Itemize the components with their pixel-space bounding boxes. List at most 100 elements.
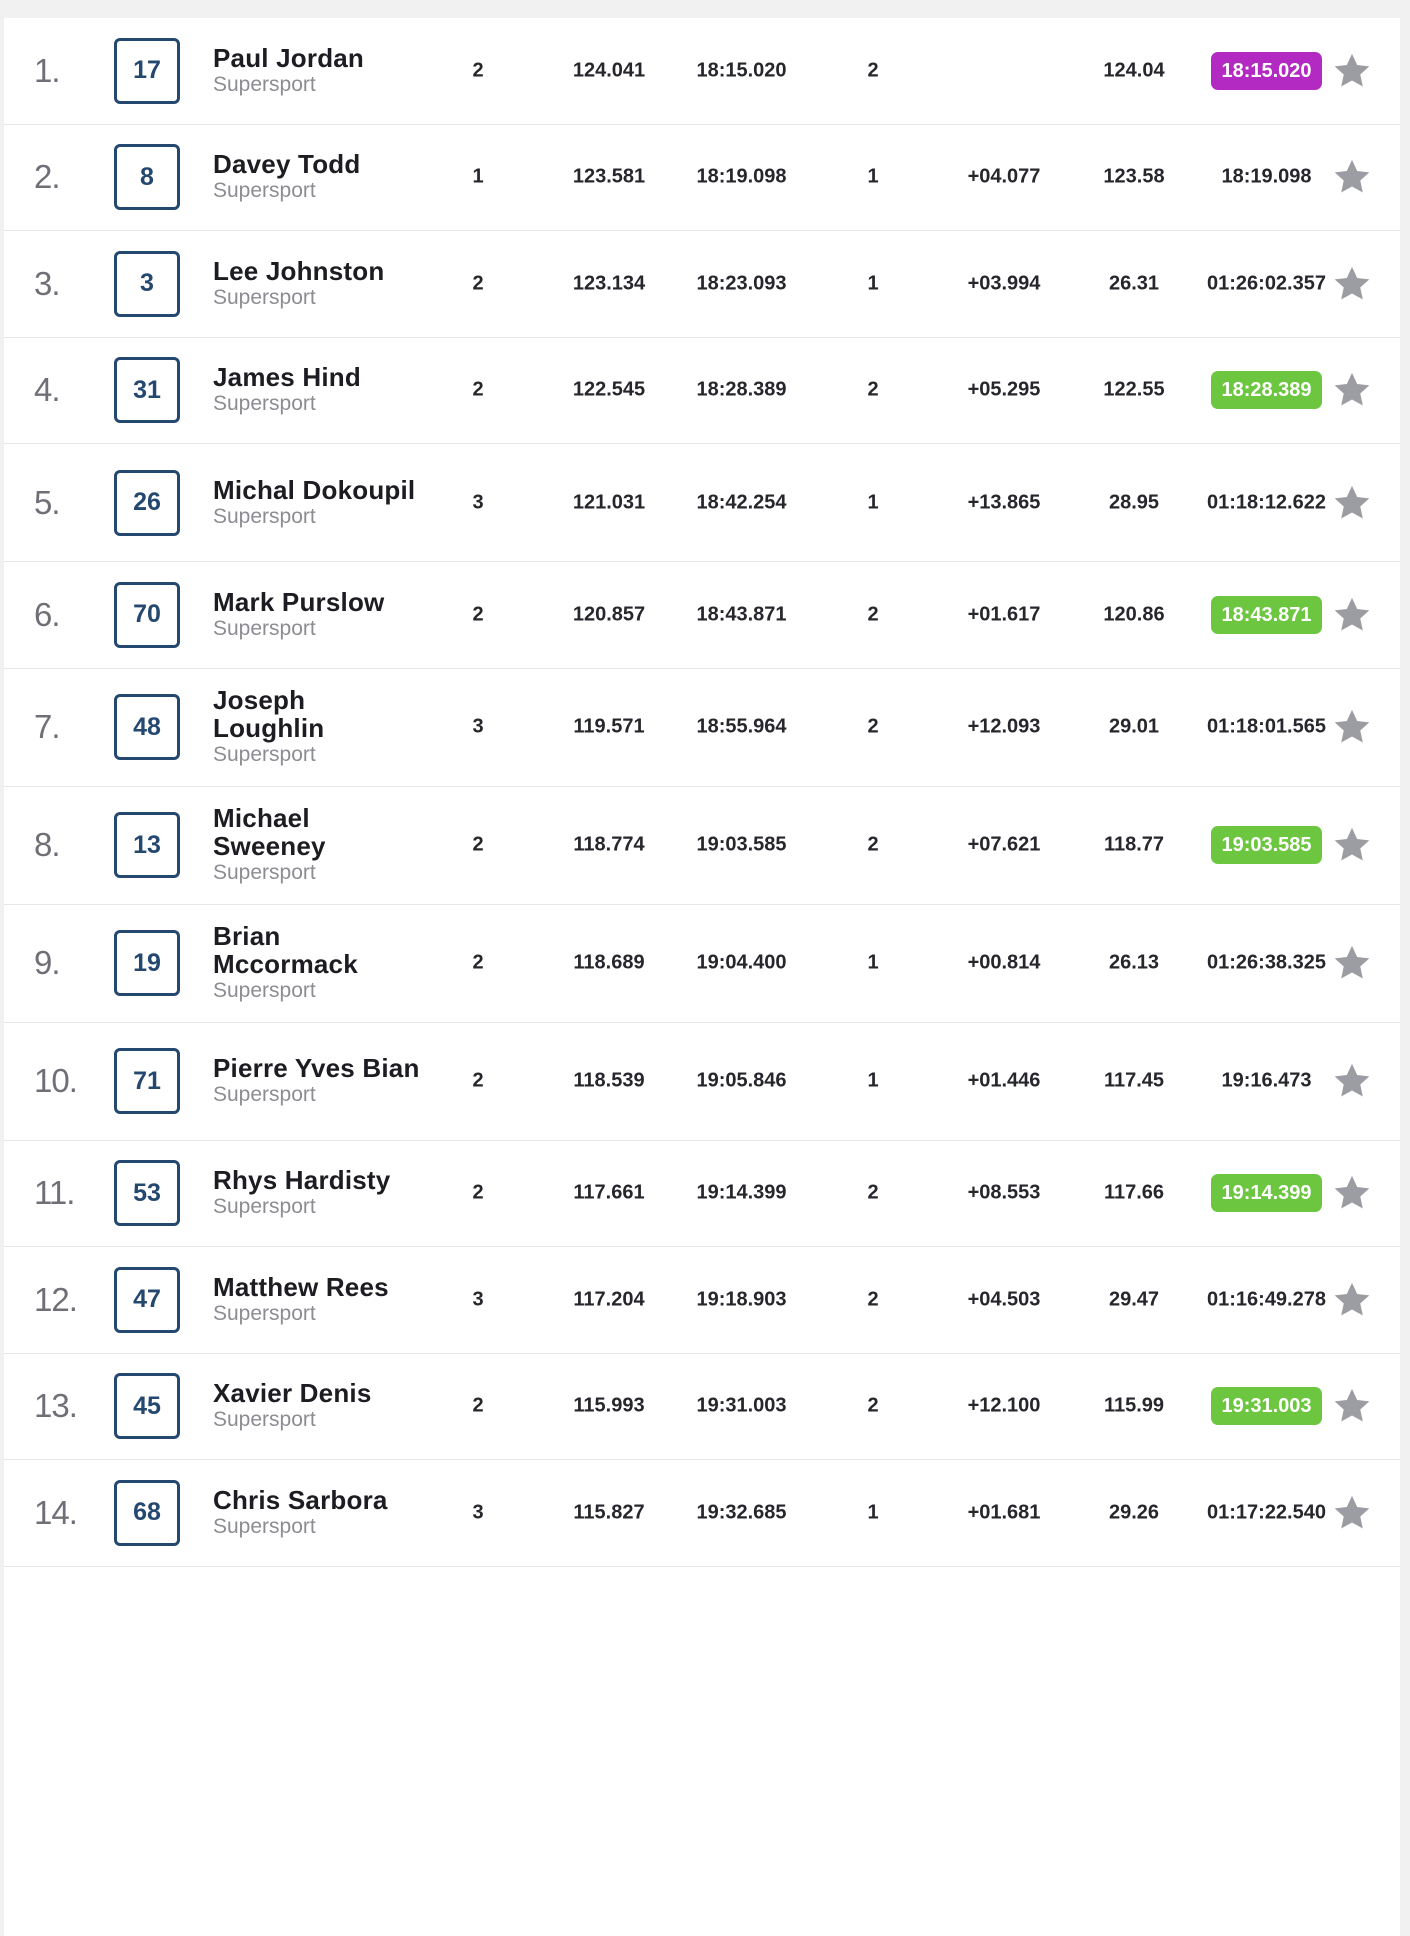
best-time: 01:18:12.622 [1189, 491, 1344, 514]
bib-number: 45 [114, 1373, 180, 1440]
star-icon[interactable] [1331, 1172, 1373, 1214]
bib-number: 47 [114, 1266, 180, 1333]
bib-number: 70 [114, 581, 180, 648]
bib-number: 71 [114, 1048, 180, 1114]
rider-name[interactable]: Chris Sarbora [213, 1486, 423, 1514]
laps-completed: 3 [472, 715, 484, 738]
average-speed: 115.993 [573, 1394, 645, 1417]
position: 4. [34, 371, 61, 409]
best-lap-number: 2 [867, 378, 879, 401]
bib-number: 68 [114, 1479, 180, 1546]
best-time-badge: 19:14.399 [1211, 1174, 1322, 1213]
rider-name[interactable]: Michael Sweeney [213, 804, 423, 860]
bib-number-text: 3 [140, 269, 154, 298]
table-row[interactable]: 8. 13 Michael Sweeney Supersport 2 118.7… [4, 787, 1400, 905]
best-time: 01:18:01.565 [1189, 716, 1344, 739]
table-row[interactable]: 6. 70 Mark Purslow Supersport 2 120.857 … [4, 562, 1400, 669]
race-time: 19:14.399 [696, 1181, 787, 1204]
best-time-badge: 18:15.020 [1211, 51, 1322, 90]
rider-name[interactable]: Davey Todd [213, 150, 423, 178]
results-table: 1. 17 Paul Jordan Supersport 2 124.041 1… [4, 18, 1400, 1936]
lap-speed: 26.31 [1108, 272, 1160, 295]
average-speed: 119.571 [573, 715, 645, 738]
star-icon[interactable] [1331, 369, 1373, 411]
star-icon[interactable] [1331, 1492, 1373, 1534]
rider-info: Mark Purslow Supersport [213, 588, 423, 642]
bib-number-text: 47 [133, 1285, 161, 1314]
best-time-value: 18:19.098 [1221, 165, 1312, 188]
best-time-value: 01:18:01.565 [1207, 715, 1326, 738]
table-row[interactable]: 1. 17 Paul Jordan Supersport 2 124.041 1… [4, 18, 1400, 125]
table-row[interactable]: 12. 47 Matthew Rees Supersport 3 117.204… [4, 1247, 1400, 1354]
star-icon[interactable] [1331, 824, 1373, 866]
laps-completed: 2 [472, 378, 484, 401]
star-icon[interactable] [1331, 594, 1373, 636]
star-icon[interactable] [1331, 482, 1373, 524]
table-row[interactable]: 13. 45 Xavier Denis Supersport 2 115.993… [4, 1354, 1400, 1460]
star-icon[interactable] [1331, 50, 1373, 92]
rider-class: Supersport [213, 616, 316, 640]
table-row[interactable]: 10. 71 Pierre Yves Bian Supersport 2 118… [4, 1023, 1400, 1141]
table-row[interactable]: 11. 53 Rhys Hardisty Supersport 2 117.66… [4, 1141, 1400, 1247]
lap-speed: 115.99 [1103, 1394, 1165, 1417]
rider-name[interactable]: Matthew Rees [213, 1273, 423, 1301]
rider-name[interactable]: Brian Mccormack [213, 922, 423, 978]
average-speed: 121.031 [572, 491, 646, 513]
position: 5. [34, 483, 61, 521]
star-icon[interactable] [1331, 263, 1373, 305]
star-icon[interactable] [1331, 1060, 1373, 1102]
table-row[interactable]: 3. 3 Lee Johnston Supersport 2 123.134 1… [4, 231, 1400, 338]
position: 9. [34, 944, 61, 981]
rider-name[interactable]: Lee Johnston [213, 257, 423, 285]
laps-completed: 2 [472, 951, 484, 974]
star-icon[interactable] [1331, 942, 1373, 984]
best-time: 01:17:22.540 [1189, 1501, 1344, 1524]
position: 10. [34, 1062, 78, 1099]
rider-name[interactable]: Mark Purslow [213, 588, 423, 616]
laps-completed: 2 [472, 1069, 484, 1092]
star-icon[interactable] [1331, 706, 1373, 748]
rider-name[interactable]: Michal Dokoupil [213, 476, 423, 504]
rider-name[interactable]: Rhys Hardisty [213, 1166, 423, 1194]
best-lap-number: 2 [867, 1394, 879, 1417]
laps-completed: 2 [472, 59, 484, 82]
position: 8. [34, 826, 61, 863]
laps-completed: 1 [472, 165, 484, 188]
rider-name[interactable]: Paul Jordan [213, 44, 423, 72]
rider-info: Matthew Rees Supersport [213, 1273, 423, 1327]
star-icon[interactable] [1331, 1279, 1373, 1321]
rider-name[interactable]: James Hind [213, 363, 423, 391]
table-row[interactable]: 14. 68 Chris Sarbora Supersport 3 115.82… [4, 1460, 1400, 1567]
rider-info: Lee Johnston Supersport [213, 257, 423, 311]
best-time-badge: 19:03.585 [1211, 826, 1322, 864]
best-time-value: 01:17:22.540 [1207, 1501, 1326, 1524]
table-row[interactable]: 7. 48 Joseph Loughlin Supersport 3 119.5… [4, 669, 1400, 787]
rider-info: Rhys Hardisty Supersport [213, 1166, 423, 1220]
position: 3. [34, 264, 61, 302]
rider-name[interactable]: Xavier Denis [213, 1379, 423, 1407]
star-icon[interactable] [1331, 156, 1373, 198]
gap: +13.865 [967, 491, 1041, 513]
bib-number: 17 [114, 37, 180, 104]
race-time: 18:28.389 [696, 378, 787, 401]
rider-name[interactable]: Pierre Yves Bian [213, 1054, 423, 1082]
average-speed: 124.041 [572, 59, 646, 82]
rider-info: Davey Todd Supersport [213, 150, 423, 204]
best-lap-number: 1 [867, 1501, 879, 1524]
gap: +12.100 [967, 1394, 1041, 1417]
position: 6. [34, 595, 61, 633]
best-lap-number: 2 [867, 1288, 879, 1311]
rider-info: Pierre Yves Bian Supersport [213, 1054, 423, 1108]
table-row[interactable]: 2. 8 Davey Todd Supersport 1 123.581 18:… [4, 125, 1400, 231]
rider-name[interactable]: Joseph Loughlin [213, 686, 423, 742]
table-row[interactable]: 5. 26 Michal Dokoupil Supersport 3 121.0… [4, 444, 1400, 562]
rider-class: Supersport [213, 1083, 316, 1106]
bib-number-text: 31 [133, 375, 161, 404]
average-speed: 118.689 [573, 951, 645, 974]
rider-info: Joseph Loughlin Supersport [213, 686, 423, 768]
table-row[interactable]: 4. 31 James Hind Supersport 2 122.545 18… [4, 338, 1400, 444]
star-icon[interactable] [1331, 1385, 1373, 1427]
table-row[interactable]: 9. 19 Brian Mccormack Supersport 2 118.6… [4, 905, 1400, 1023]
lap-speed: 26.13 [1108, 951, 1160, 974]
position: 11. [34, 1174, 75, 1212]
